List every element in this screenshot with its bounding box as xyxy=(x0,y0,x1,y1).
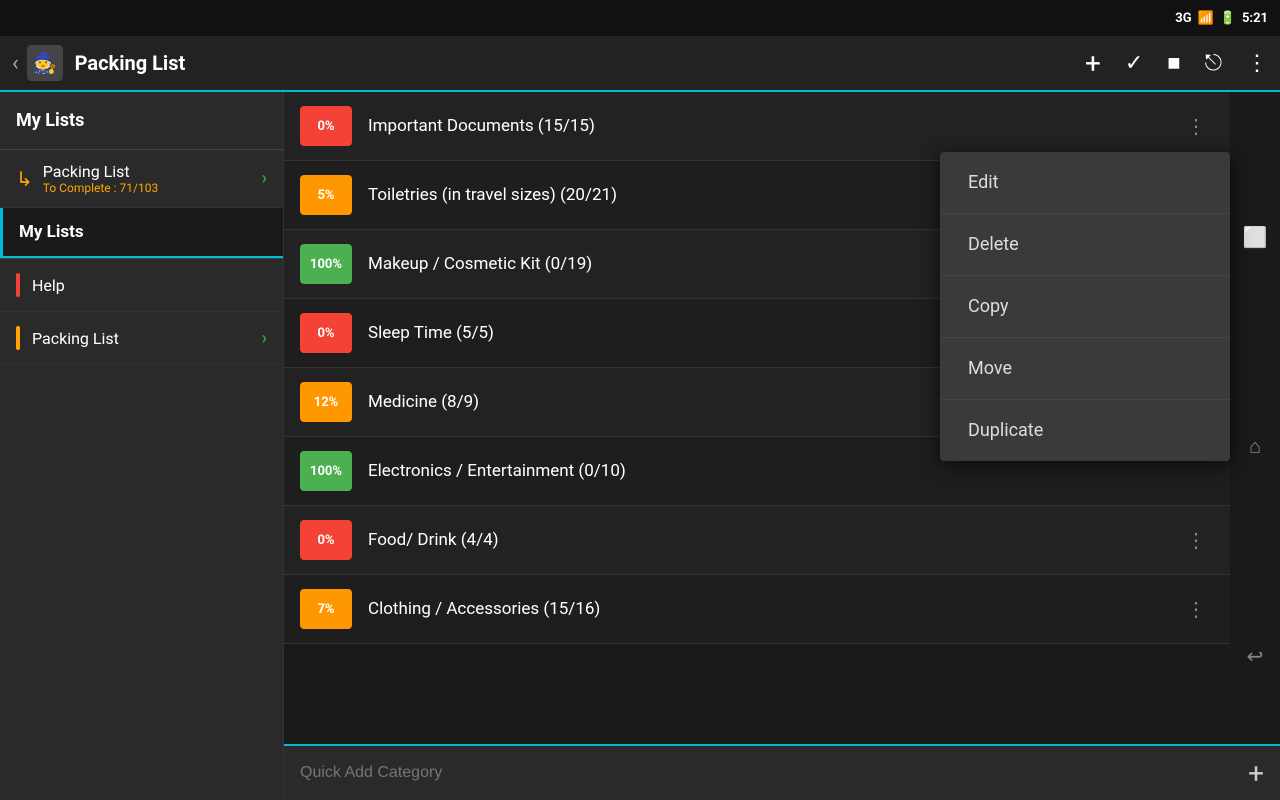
app-logo: 🧙 xyxy=(27,45,63,81)
right-middle-icon[interactable]: ⌂ xyxy=(1249,434,1261,459)
add-button[interactable]: + xyxy=(1085,47,1101,80)
context-menu-item[interactable]: Duplicate xyxy=(940,400,1230,461)
right-panel: ⬜ ⌂ ↩ xyxy=(1230,92,1280,800)
list-item-badge: 5% xyxy=(300,175,352,215)
packing-item-info: Packing List To Complete : 71/103 xyxy=(43,162,262,195)
check-button[interactable]: ✓ xyxy=(1125,51,1143,76)
toolbar: ‹ 🧙 Packing List + ✓ ■ ⎋ ⋮ xyxy=(0,36,1280,92)
toolbar-title: Packing List xyxy=(75,51,1085,75)
list-item-badge: 7% xyxy=(300,589,352,629)
list-item-badge: 12% xyxy=(300,382,352,422)
context-menu-item[interactable]: Copy xyxy=(940,276,1230,338)
help-bar xyxy=(16,273,20,297)
sidebar-help-label: Help xyxy=(32,276,65,295)
content-area: 0% Important Documents (15/15) ⋮ 5% Toil… xyxy=(284,92,1280,800)
packing-item-arrow: › xyxy=(262,168,267,189)
sidebar-header: My Lists xyxy=(0,92,283,150)
packing2-arrow: › xyxy=(262,328,267,349)
list-item-badge: 0% xyxy=(300,106,352,146)
status-bar: 3G 📶 🔋 5:21 xyxy=(0,0,1280,36)
list-item-menu-button[interactable]: ⋮ xyxy=(1178,593,1214,625)
quick-add-input[interactable] xyxy=(300,764,1236,782)
sidebar-packing2-item[interactable]: Packing List › xyxy=(0,312,283,365)
right-top-icon[interactable]: ⬜ xyxy=(1243,225,1268,249)
logo-emoji: 🧙 xyxy=(32,51,57,75)
list-item[interactable]: 7% Clothing / Accessories (15/16) ⋮ xyxy=(284,575,1230,644)
signal-icon: 📶 xyxy=(1198,11,1214,26)
packing-item-sub: To Complete : 71/103 xyxy=(43,181,262,195)
list-item-badge: 100% xyxy=(300,451,352,491)
list-item-title: Food/ Drink (4/4) xyxy=(368,530,1178,550)
list-item[interactable]: 0% Food/ Drink (4/4) ⋮ xyxy=(284,506,1230,575)
context-menu-item[interactable]: Move xyxy=(940,338,1230,400)
list-item-badge: 0% xyxy=(300,520,352,560)
list-item-badge: 100% xyxy=(300,244,352,284)
quick-add-bar: + xyxy=(284,744,1280,800)
packing-item-icon: ↳ xyxy=(16,167,33,191)
signal-text: 3G xyxy=(1175,11,1191,26)
share-button[interactable]: ⎋ xyxy=(1205,51,1222,76)
toolbar-actions: + ✓ ■ ⎋ ⋮ xyxy=(1085,47,1268,80)
packing-item-name: Packing List xyxy=(43,162,262,181)
context-menu-item[interactable]: Edit xyxy=(940,152,1230,214)
stop-button[interactable]: ■ xyxy=(1167,50,1180,76)
list-item-menu-button[interactable]: ⋮ xyxy=(1178,110,1214,142)
list-item-title: Electronics / Entertainment (0/10) xyxy=(368,461,1214,481)
back-button[interactable]: ‹ xyxy=(12,51,19,76)
sidebar-my-lists-item[interactable]: My Lists xyxy=(0,208,283,258)
battery-icon: 🔋 xyxy=(1220,11,1236,26)
list-item[interactable]: 0% Important Documents (15/15) ⋮ xyxy=(284,92,1230,161)
sidebar-packing-item[interactable]: ↳ Packing List To Complete : 71/103 › xyxy=(0,150,283,208)
context-menu: EditDeleteCopyMoveDuplicate xyxy=(940,152,1230,461)
more-button[interactable]: ⋮ xyxy=(1246,51,1268,76)
list-item-title: Important Documents (15/15) xyxy=(368,116,1178,136)
context-menu-item[interactable]: Delete xyxy=(940,214,1230,276)
right-bottom-icon[interactable]: ↩ xyxy=(1247,644,1264,668)
list-item-title: Clothing / Accessories (15/16) xyxy=(368,599,1178,619)
main-layout: My Lists ↳ Packing List To Complete : 71… xyxy=(0,92,1280,800)
packing2-bar xyxy=(16,326,20,350)
list-item-menu-button[interactable]: ⋮ xyxy=(1178,524,1214,556)
sidebar: My Lists ↳ Packing List To Complete : 71… xyxy=(0,92,284,800)
sidebar-my-lists-label: My Lists xyxy=(19,222,84,242)
sidebar-packing2-label: Packing List xyxy=(32,329,262,348)
list-item-badge: 0% xyxy=(300,313,352,353)
time-text: 5:21 xyxy=(1242,11,1268,26)
sidebar-help-item[interactable]: Help xyxy=(0,259,283,312)
sidebar-header-label: My Lists xyxy=(16,110,84,131)
